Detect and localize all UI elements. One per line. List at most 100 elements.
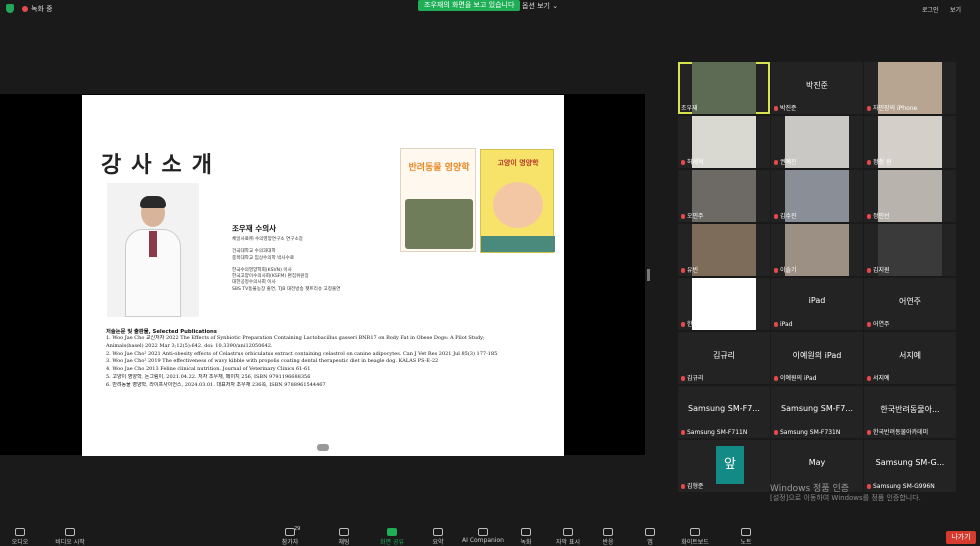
participant-display-name: Samsung SM-F7...	[781, 404, 853, 413]
record-button[interactable]: 녹화	[508, 528, 544, 546]
participant-name-label: 김형준	[678, 481, 770, 490]
participant-name-label: 유빈	[678, 265, 770, 274]
participant-name: 김지원	[873, 267, 890, 274]
notes-button[interactable]: 노트	[728, 528, 764, 546]
participant-name-label: 이슬기	[771, 265, 863, 274]
participant-name: 서지예	[873, 375, 890, 382]
muted-mic-icon	[774, 322, 778, 327]
participant-tile[interactable]: Samsung SM-F7... Samsung SM-F731N	[771, 386, 863, 438]
slide-title: 강사소개	[101, 153, 222, 178]
participant-display-name: iPad	[808, 296, 826, 305]
whiteboard-icon	[690, 528, 700, 536]
captions-button[interactable]: 자막 표시	[550, 528, 586, 546]
participant-tile[interactable]: 김지원	[864, 224, 956, 276]
chat-button[interactable]: 채팅	[326, 528, 362, 546]
participant-tile[interactable]: 김수진	[771, 170, 863, 222]
participant-tile[interactable]: Samsung SM-G... Samsung SM-G996N	[864, 440, 956, 492]
participant-display-name: Samsung SM-F7...	[688, 404, 760, 413]
audio-button[interactable]: 오디오	[2, 528, 38, 546]
participant-tile[interactable]: 어연주 어연주	[864, 278, 956, 330]
split-view-handle[interactable]	[647, 269, 650, 281]
publication-item: 6. 반려동물 영양학, 라이프사이언스, 2024.03.01. 대표저자 조…	[106, 381, 326, 388]
participant-tile[interactable]: 한국반려동물아카데미	[678, 278, 770, 330]
whiteboard-button[interactable]: 화이트보드	[674, 528, 716, 546]
top-bar: 녹화 중 조우재의 화면을 보고 있습니다 옵션 보기 ⌄ 로그인 보기	[0, 0, 980, 18]
participant-tile[interactable]: 박진준 박진준	[771, 62, 863, 114]
login-button[interactable]: 로그인	[922, 5, 939, 14]
reactions-button[interactable]: 반응	[590, 528, 626, 546]
participants-button[interactable]: 29 참가자	[272, 526, 308, 546]
participant-name-label: Samsung SM-G996N	[864, 483, 956, 490]
meeting-toolbar: 오디오 비디오 시작 29 참가자 채팅 화면 공유 요약 AI Companio…	[0, 524, 980, 546]
publication-item: 2. Woo Jae Cho² 2021 Anti-obesity effect…	[106, 350, 498, 357]
publication-item: 4. Woo Jae Cho 2013 Feline clinical nutr…	[106, 366, 311, 373]
participant-name-label: Samsung SM-F711N	[678, 429, 770, 436]
participant-name-label: 김규리	[678, 373, 770, 382]
participant-name: 정청 원	[873, 159, 892, 166]
participant-name-label: iPad	[771, 321, 863, 328]
recording-label: 녹화 중	[31, 5, 53, 13]
participant-tile[interactable]: 조우재	[678, 62, 770, 114]
publication-item: 3. Woo Jae Cho² 2019 The effectiveness o…	[106, 358, 439, 365]
participant-name: Samsung SM-F711N	[687, 429, 748, 436]
apps-button[interactable]: 앱	[632, 528, 668, 546]
participant-tile[interactable]: 정청 원	[864, 116, 956, 168]
participant-name: 김규리	[687, 375, 704, 382]
sparkle-icon	[478, 528, 488, 536]
muted-mic-icon	[867, 214, 871, 219]
participant-name: 이예원의 iPad	[780, 375, 817, 382]
summary-button[interactable]: 요약	[420, 528, 456, 546]
book1-title: 반려동물 영양학	[408, 163, 470, 173]
ai-companion-button[interactable]: AI Companion	[462, 528, 504, 544]
participant-name: Samsung SM-G996N	[873, 483, 935, 490]
participant-name-label: 어연주	[864, 319, 956, 328]
participant-name: 김형준	[687, 483, 704, 490]
participant-tile[interactable]: 유빈	[678, 224, 770, 276]
participant-name: 허세혁	[687, 159, 704, 166]
participant-tile[interactable]: Samsung SM-F7... Samsung SM-F711N	[678, 386, 770, 438]
view-options-button[interactable]: 옵션 보기 ⌄	[522, 1, 558, 11]
participant-name: iPad	[780, 321, 793, 328]
participants-count: 29	[294, 526, 301, 532]
participant-tile[interactable]: 김규리 김규리	[678, 332, 770, 384]
microphone-icon	[15, 528, 25, 536]
participant-tile[interactable]: 정인선	[864, 170, 956, 222]
publications-list: 1. Woo Jae Cho 교신저자 2022 The Effects of …	[106, 335, 556, 390]
camera-icon	[65, 528, 75, 536]
participant-tile[interactable]: 오민주	[678, 170, 770, 222]
participant-tile[interactable]: 서지예 서지예	[864, 332, 956, 384]
participant-tile[interactable]: 한국반려동물아... 한국반려동물아카데미	[864, 386, 956, 438]
view-button[interactable]: 보기	[950, 5, 961, 14]
book-cover-pet-nutrition: 반려동물 영양학	[400, 148, 476, 252]
avatar: 앞	[716, 446, 744, 484]
muted-mic-icon	[681, 430, 685, 435]
presentation-slide: 강사소개 조우재 수의사 체일사료㈜ 수의영양연구소 연구소장 건국대학교 수의…	[82, 95, 564, 456]
muted-mic-icon	[774, 268, 778, 273]
muted-mic-icon	[681, 160, 685, 165]
participant-name-label: 김수진	[771, 211, 863, 220]
speaker-name: 조우재 수의사	[232, 224, 277, 233]
muted-mic-icon	[681, 322, 685, 327]
participant-name: 자민장의 iPhone	[873, 105, 918, 112]
participant-tile[interactable]: 권예진	[771, 116, 863, 168]
share-screen-button[interactable]: 화면 공유	[374, 528, 410, 546]
participant-tile[interactable]: 앞김형준	[678, 440, 770, 492]
security-shield-icon[interactable]	[6, 4, 14, 13]
participant-name-label: 오민주	[678, 211, 770, 220]
muted-mic-icon	[774, 214, 778, 219]
heart-icon	[603, 528, 613, 536]
participant-tile[interactable]: 허세혁	[678, 116, 770, 168]
participant-name: 한국반려동물아카데미	[687, 321, 743, 328]
notes-icon	[741, 528, 751, 536]
participant-tile[interactable]: 이예원의 iPad 이예원의 iPad	[771, 332, 863, 384]
participant-display-name: 김규리	[712, 351, 736, 360]
participant-name-label: 서지예	[864, 373, 956, 382]
participant-display-name: 이예원의 iPad	[792, 351, 842, 360]
participant-tile[interactable]: 자민장의 iPhone	[864, 62, 956, 114]
slide-page-indicator	[317, 444, 329, 451]
participant-tile[interactable]: iPad iPad	[771, 278, 863, 330]
participant-tile[interactable]: 이슬기	[771, 224, 863, 276]
leave-button[interactable]: 나가기	[946, 531, 976, 544]
participant-name-label: Samsung SM-F731N	[771, 429, 863, 436]
start-video-button[interactable]: 비디오 시작	[52, 528, 88, 546]
